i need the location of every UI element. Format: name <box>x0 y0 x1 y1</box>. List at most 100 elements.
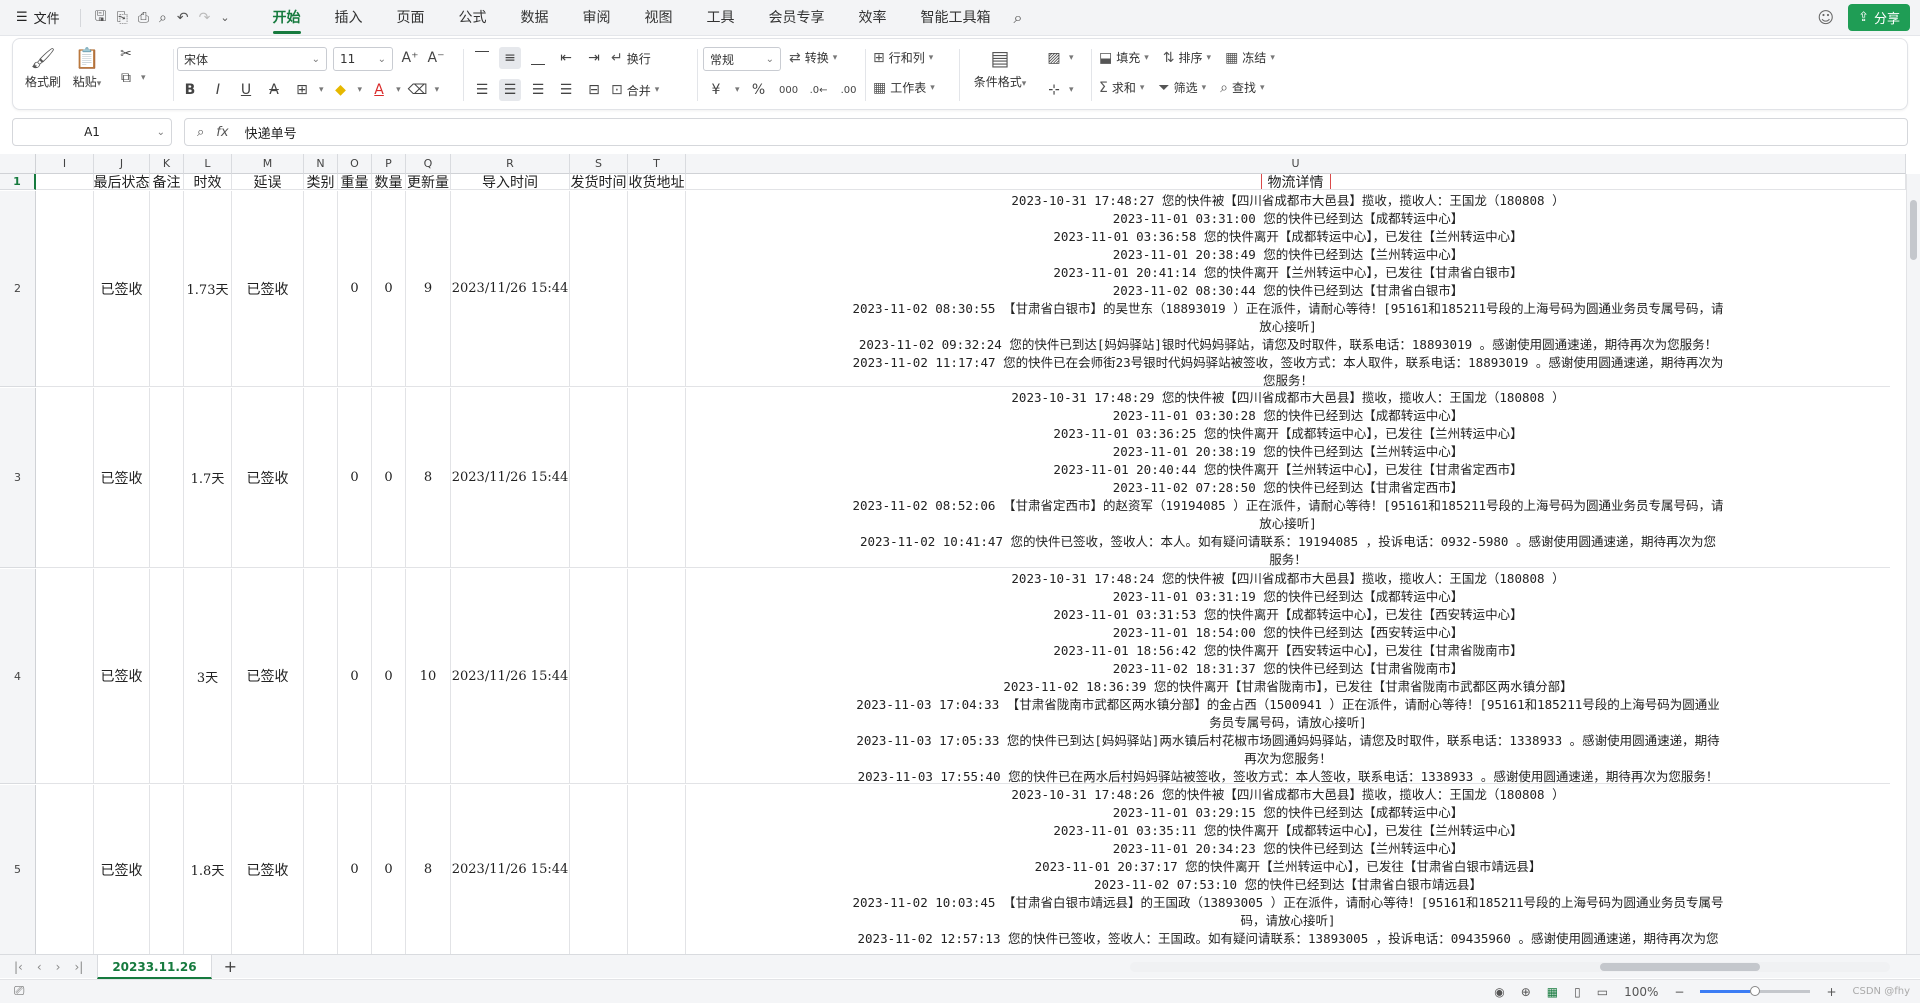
strikethrough-icon[interactable]: A <box>263 79 285 101</box>
table-cell-O[interactable]: 0 <box>338 388 372 568</box>
distribute-icon[interactable]: ⊟ <box>583 79 605 101</box>
table-cell-I[interactable] <box>36 191 94 387</box>
header-cell-R[interactable]: 导入时间 <box>451 174 570 190</box>
fill-color-icon[interactable]: ◆ <box>330 79 352 101</box>
column-header-S[interactable]: S <box>570 154 628 174</box>
table-cell-R[interactable]: 2023/11/26 15:44 <box>451 191 570 387</box>
table-cell-P[interactable]: 0 <box>372 388 406 568</box>
table-cell-R[interactable]: 2023/11/26 15:44 <box>451 388 570 568</box>
table-cell-T[interactable] <box>628 785 686 954</box>
macro-record-icon[interactable]: ⎚ <box>0 984 24 999</box>
table-cell-K[interactable] <box>150 569 184 784</box>
find-button[interactable]: ⌕ 查找 ▾ <box>1220 79 1264 96</box>
sort-button[interactable]: ⇅ 排序 ▾ <box>1163 49 1211 66</box>
normal-view-icon[interactable]: ▦ <box>1547 985 1558 999</box>
column-header-I[interactable]: I <box>36 154 94 174</box>
rows-cols-button[interactable]: ⊞ 行和列 ▾ <box>873 49 933 66</box>
table-cell-O[interactable]: 0 <box>338 569 372 784</box>
table-cell-L[interactable]: 1.8天 <box>184 785 232 954</box>
view-options-icon[interactable]: ⊕ <box>1521 985 1531 999</box>
border-icon[interactable]: ⊞ <box>291 79 313 101</box>
align-top-icon[interactable]: ⎺ <box>471 47 493 69</box>
column-header-Q[interactable]: Q <box>406 154 451 174</box>
cut-icon[interactable]: ✂ <box>115 43 137 65</box>
format-painter-button[interactable]: 🖌 格式刷 <box>23 43 63 90</box>
column-header-R[interactable]: R <box>451 154 570 174</box>
tab-6[interactable]: 视图 <box>628 0 690 36</box>
redo-icon[interactable]: ↷ <box>199 10 211 26</box>
tab-3[interactable]: 公式 <box>442 0 504 36</box>
filter-button[interactable]: ⏷ 筛选 ▾ <box>1158 79 1206 96</box>
sum-button[interactable]: Σ 求和 ▾ <box>1099 79 1144 96</box>
column-header-P[interactable]: P <box>372 154 406 174</box>
table-cell-M[interactable]: 已签收 <box>232 569 304 784</box>
undo-icon[interactable]: ↶ <box>177 10 189 26</box>
column-header-U[interactable]: U <box>686 154 1906 174</box>
logistics-detail-cell[interactable]: 2023-10-31 17:48:29 您的快件被【四川省成都市大邑县】揽收，揽… <box>686 388 1890 568</box>
column-header-K[interactable]: K <box>150 154 184 174</box>
logistics-detail-cell[interactable]: 2023-10-31 17:48:26 您的快件被【四川省成都市大邑县】揽收，揽… <box>686 785 1890 954</box>
sheet-tab[interactable]: 20233.11.26 <box>97 954 212 979</box>
header-cell-I[interactable] <box>36 174 94 190</box>
vertical-scrollbar[interactable] <box>1906 174 1920 954</box>
header-cell-M[interactable]: 延误 <box>232 174 304 190</box>
header-cell-L[interactable]: 时效 <box>184 174 232 190</box>
table-cell-M[interactable]: 已签收 <box>232 191 304 387</box>
table-cell-Q[interactable]: 8 <box>406 388 451 568</box>
row-header-1[interactable]: 1 <box>0 174 36 190</box>
zoom-formula-icon[interactable]: ⌕ <box>197 125 204 140</box>
align-middle-icon[interactable]: ≡ <box>499 47 521 69</box>
convert-button[interactable]: ⇄ 转换 ▾ <box>789 49 837 66</box>
merge-button[interactable]: ⊡ 合并 ▾ <box>611 82 659 99</box>
table-cell-S[interactable] <box>570 388 628 568</box>
table-cell-T[interactable] <box>628 191 686 387</box>
decrease-indent-icon[interactable]: ⇤ <box>555 47 577 69</box>
tab-8[interactable]: 会员专享 <box>752 0 842 36</box>
table-cell-J[interactable]: 已签收 <box>94 388 150 568</box>
next-sheet-icon[interactable]: › <box>56 960 61 974</box>
italic-icon[interactable]: I <box>207 79 229 101</box>
increase-font-icon[interactable]: A⁺ <box>399 47 421 69</box>
header-cell-T[interactable]: 收货地址 <box>628 174 686 190</box>
worksheet-button[interactable]: ▦ 工作表 ▾ <box>873 79 935 96</box>
table-cell-I[interactable] <box>36 569 94 784</box>
table-cell-T[interactable] <box>628 569 686 784</box>
zoom-in-icon[interactable]: + <box>1826 985 1836 999</box>
bold-icon[interactable]: B <box>179 79 201 101</box>
table-cell-P[interactable]: 0 <box>372 569 406 784</box>
export-icon[interactable]: ⎘ <box>117 10 128 26</box>
percent-icon[interactable]: % <box>748 79 770 101</box>
column-header-N[interactable]: N <box>304 154 338 174</box>
table-cell-I[interactable] <box>36 388 94 568</box>
table-cell-L[interactable]: 1.73天 <box>184 191 232 387</box>
font-name-select[interactable]: 宋体 ⌄ <box>177 47 327 71</box>
table-cell-L[interactable]: 1.7天 <box>184 388 232 568</box>
file-menu[interactable]: ☰ 文件 <box>0 8 74 27</box>
name-box[interactable]: A1 ⌄ <box>12 118 172 146</box>
paste-button[interactable]: 📋 粘贴▾ <box>65 43 109 90</box>
table-cell-K[interactable] <box>150 388 184 568</box>
header-cell-K[interactable]: 备注 <box>150 174 184 190</box>
table-cell-O[interactable]: 0 <box>338 785 372 954</box>
copy-icon[interactable]: ⧉ <box>115 67 137 89</box>
header-cell-J[interactable]: 最后状态 <box>94 174 150 190</box>
print-preview-icon[interactable]: ⌕ <box>159 10 167 26</box>
tab-9[interactable]: 效率 <box>842 0 904 36</box>
formula-input-area[interactable]: ⌕ fx 快递单号 <box>184 118 1908 146</box>
currency-icon[interactable]: ¥ <box>705 79 727 101</box>
header-cell-N[interactable]: 类别 <box>304 174 338 190</box>
share-button[interactable]: ⇪ 分享 <box>1848 4 1910 31</box>
number-format-select[interactable]: 常规 ⌄ <box>703 47 781 71</box>
table-cell-P[interactable]: 0 <box>372 785 406 954</box>
tab-10[interactable]: 智能工具箱 <box>904 0 1008 36</box>
decrease-font-icon[interactable]: A⁻ <box>425 47 447 69</box>
table-cell-K[interactable] <box>150 785 184 954</box>
tab-0[interactable]: 开始 <box>256 0 318 36</box>
table-cell-Q[interactable]: 9 <box>406 191 451 387</box>
table-cell-S[interactable] <box>570 191 628 387</box>
row-header[interactable]: 5 <box>0 785 36 954</box>
table-cell-I[interactable] <box>36 785 94 954</box>
table-cell-R[interactable]: 2023/11/26 15:44 <box>451 785 570 954</box>
row-header[interactable]: 3 <box>0 388 36 568</box>
eye-icon[interactable]: ◉ <box>1494 985 1504 999</box>
